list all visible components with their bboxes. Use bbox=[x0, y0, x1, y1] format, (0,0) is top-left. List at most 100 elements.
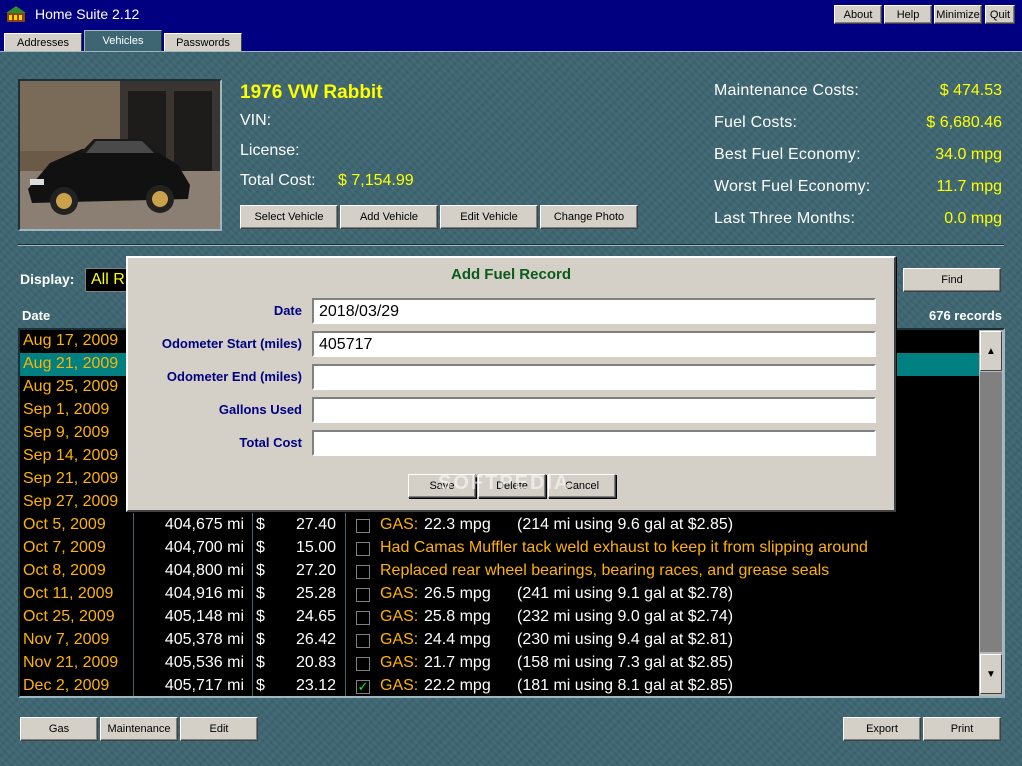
row-type: GAS: bbox=[380, 608, 419, 625]
row-date: Oct 5, 2009 bbox=[23, 516, 106, 533]
row-detail: (158 mi using 7.3 gal at $2.85) bbox=[517, 654, 734, 671]
odometer-start-field[interactable]: 405717 bbox=[312, 331, 876, 357]
tab-passwords[interactable]: Passwords bbox=[164, 33, 242, 52]
row-checkbox[interactable] bbox=[356, 542, 370, 556]
help-button[interactable]: Help bbox=[884, 5, 932, 24]
list-scrollbar[interactable]: ▲ ▼ bbox=[979, 330, 1003, 696]
fuel-costs-value: $ 6,680.46 bbox=[926, 114, 1002, 131]
edit-vehicle-button[interactable]: Edit Vehicle bbox=[440, 205, 538, 229]
vehicle-photo bbox=[18, 79, 222, 231]
gallons-used-label: Gallons Used bbox=[218, 402, 302, 417]
cancel-button[interactable]: Cancel bbox=[548, 474, 616, 498]
gas-button[interactable]: Gas bbox=[20, 717, 98, 741]
delete-button[interactable]: Delete bbox=[478, 474, 546, 498]
total-cost-label: Total Cost: bbox=[240, 172, 316, 189]
row-odometer: 405,148 mi bbox=[164, 608, 244, 625]
car-photo-image bbox=[20, 81, 220, 229]
row-detail: (181 mi using 8.1 gal at $2.85) bbox=[517, 677, 734, 694]
record-count: 676 records bbox=[929, 308, 1002, 323]
select-vehicle-button[interactable]: Select Vehicle bbox=[240, 205, 338, 229]
date-column-header: Date bbox=[22, 308, 51, 323]
row-checkbox[interactable] bbox=[356, 519, 370, 533]
row-detail: (232 mi using 9.0 gal at $2.74) bbox=[517, 608, 734, 625]
table-row[interactable]: Nov 21, 2009 405,536 mi $20.83 GAS: 21.7 mpg… bbox=[20, 652, 980, 675]
quit-button[interactable]: Quit bbox=[985, 5, 1015, 24]
table-row[interactable]: Oct 11, 2009 404,916 mi $25.28 GAS: 26.5 mpg… bbox=[20, 583, 980, 606]
row-checkbox[interactable]: ✓ bbox=[356, 680, 370, 694]
row-checkbox[interactable] bbox=[356, 634, 370, 648]
scroll-thumb[interactable] bbox=[980, 372, 1002, 652]
tab-addresses[interactable]: Addresses bbox=[4, 33, 82, 52]
row-checkbox[interactable] bbox=[356, 588, 370, 602]
table-row[interactable]: Oct 5, 2009 404,675 mi $27.40 GAS: 22.3 mpg (… bbox=[20, 514, 980, 537]
tab-bar: Addresses Vehicles Passwords bbox=[0, 30, 1022, 52]
row-mpg: 25.8 mpg bbox=[424, 608, 491, 625]
gallons-used-field[interactable] bbox=[312, 397, 876, 423]
row-checkbox[interactable] bbox=[356, 565, 370, 579]
section-divider bbox=[18, 244, 1004, 246]
row-mpg: 24.4 mpg bbox=[424, 631, 491, 648]
row-currency: $ bbox=[256, 516, 265, 533]
row-odometer: 404,800 mi bbox=[164, 562, 244, 579]
home-suite-app-icon bbox=[6, 6, 26, 22]
table-row[interactable]: Oct 25, 2009 405,148 mi $24.65 GAS: 25.8 mpg… bbox=[20, 606, 980, 629]
row-mpg: 21.7 mpg bbox=[424, 654, 491, 671]
row-checkbox[interactable] bbox=[356, 657, 370, 671]
row-date: Aug 17, 2009 bbox=[23, 332, 119, 349]
row-date: Oct 25, 2009 bbox=[23, 608, 115, 625]
scroll-down-button[interactable]: ▼ bbox=[980, 654, 1002, 694]
row-cost: 25.28 bbox=[295, 585, 336, 602]
worst-fuel-economy-value: 11.7 mpg bbox=[936, 178, 1002, 195]
table-row[interactable]: Oct 7, 2009 404,700 mi $15.00 Had Camas Muf… bbox=[20, 537, 980, 560]
print-button[interactable]: Print bbox=[923, 717, 1001, 741]
minimize-button[interactable]: Minimize bbox=[934, 5, 982, 24]
table-row[interactable]: Nov 7, 2009 405,378 mi $26.42 GAS: 24.4 mpg (… bbox=[20, 629, 980, 652]
row-currency: $ bbox=[256, 608, 265, 625]
row-date: Oct 11, 2009 bbox=[23, 585, 114, 602]
row-type: GAS: bbox=[380, 516, 419, 533]
maintenance-costs-label: Maintenance Costs: bbox=[714, 82, 860, 99]
row-detail: (214 mi using 9.6 gal at $2.85) bbox=[517, 516, 734, 533]
change-photo-button[interactable]: Change Photo bbox=[540, 205, 638, 229]
save-button[interactable]: Save bbox=[408, 474, 476, 498]
total-cost-field[interactable] bbox=[312, 430, 876, 456]
total-cost-value: $ 7,154.99 bbox=[338, 172, 414, 189]
find-button[interactable]: Find bbox=[903, 268, 1001, 292]
worst-fuel-economy-label: Worst Fuel Economy: bbox=[714, 178, 871, 195]
odometer-end-field[interactable] bbox=[312, 364, 876, 390]
tab-divider bbox=[0, 51, 1022, 52]
maintenance-button[interactable]: Maintenance bbox=[100, 717, 178, 741]
row-detail: (241 mi using 9.1 gal at $2.78) bbox=[517, 585, 734, 602]
row-type: GAS: bbox=[380, 585, 419, 602]
scroll-up-button[interactable]: ▲ bbox=[980, 331, 1002, 371]
row-cost: 26.42 bbox=[295, 631, 336, 648]
row-currency: $ bbox=[256, 539, 265, 556]
row-date: Aug 25, 2009 bbox=[23, 378, 119, 395]
row-note: Had Camas Muffler tack weld exhaust to k… bbox=[380, 539, 868, 556]
date-field-label: Date bbox=[273, 303, 302, 318]
best-fuel-economy-value: 34.0 mpg bbox=[935, 146, 1002, 163]
table-row[interactable]: Oct 8, 2009 404,800 mi $27.20 Replaced rear… bbox=[20, 560, 980, 583]
date-field[interactable]: 2018/03/29 bbox=[312, 298, 876, 324]
add-vehicle-button[interactable]: Add Vehicle bbox=[340, 205, 438, 229]
export-button[interactable]: Export bbox=[843, 717, 921, 741]
row-currency: $ bbox=[256, 562, 265, 579]
row-cost: 23.12 bbox=[295, 677, 336, 694]
row-currency: $ bbox=[256, 654, 265, 671]
row-odometer: 405,378 mi bbox=[164, 631, 244, 648]
row-currency: $ bbox=[256, 631, 265, 648]
row-date: Sep 21, 2009 bbox=[23, 470, 119, 487]
title-bar: Home Suite 2.12 About Help Minimize Quit bbox=[0, 0, 1022, 30]
row-odometer: 404,675 mi bbox=[164, 516, 244, 533]
total-cost-field-label: Total Cost bbox=[239, 435, 302, 450]
vehicle-name: 1976 VW Rabbit bbox=[240, 82, 383, 103]
tab-vehicles[interactable]: Vehicles bbox=[84, 30, 162, 52]
dialog-title: Add Fuel Record bbox=[450, 266, 571, 283]
row-mpg: 26.5 mpg bbox=[424, 585, 491, 602]
about-button[interactable]: About bbox=[834, 5, 882, 24]
edit-button[interactable]: Edit bbox=[180, 717, 258, 741]
row-mpg: 22.2 mpg bbox=[424, 677, 491, 694]
row-checkbox[interactable] bbox=[356, 611, 370, 625]
table-row[interactable]: Dec 2, 2009 405,717 mi $23.12 ✓ GAS: 22.2 mpg… bbox=[20, 675, 980, 698]
fuel-costs-label: Fuel Costs: bbox=[714, 114, 798, 131]
